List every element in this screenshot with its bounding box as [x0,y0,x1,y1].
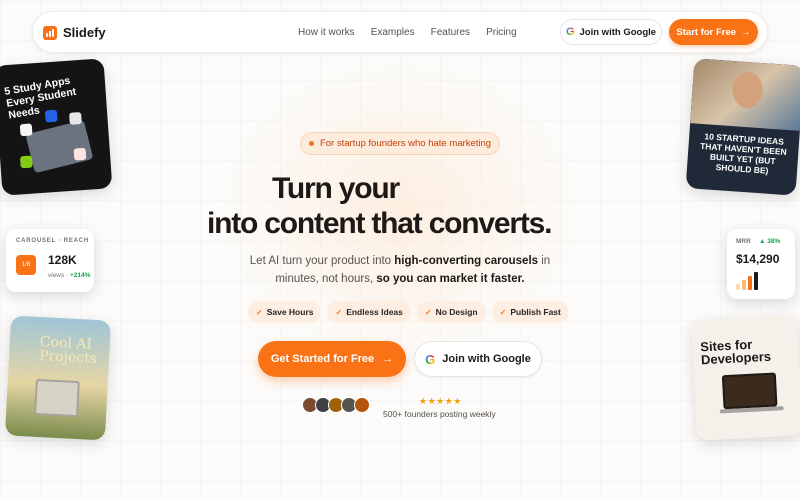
subtitle-bold-1: high-converting carousels [394,255,539,267]
chip-label: Save Hours [266,307,314,317]
pill-text: For startup founders who hate marketing [319,138,492,149]
google-icon: G [425,351,436,367]
card-title: Cool AI Projects [38,334,98,367]
chip-no-design: ✓ No Design [416,301,486,323]
nav-link-pricing[interactable]: Pricing [486,27,517,38]
app-icon [73,147,87,161]
carousel-card-cool-ai: Cool AI Projects [4,315,112,441]
nav-link-how-it-works[interactable]: How it works [298,27,355,38]
check-icon: ✓ [335,307,343,317]
check-icon: ✓ [499,307,507,317]
arrow-right-icon: → [382,353,394,365]
mrr-bar [754,272,758,290]
nav-join-google-button[interactable]: G Join with Google [560,19,662,45]
app-icon [69,112,82,125]
rating-stars: ★★★★★ [419,396,462,406]
carousel-card-startup-ideas: 10 STARTUP IDEAS THAT HAVEN'T BEEN BUILT… [685,58,800,196]
reach-value: 128K [48,253,77,267]
mrr-delta: ▲ 38% [759,238,781,245]
hero-subtitle: Let AI turn your product into high-conve… [230,252,570,288]
subtitle-part-1: Let AI turn your product into [249,255,395,267]
nav-link-features[interactable]: Features [431,27,470,38]
nav-cta-label: Start for Free [676,26,737,38]
avatar [354,397,370,413]
carousel-card-study-apps: 5 Study Apps Every Student Needs [0,58,113,196]
founder-avatars [302,397,370,413]
mrr-bar [742,280,746,290]
mrr-stat-card: MRR ▲ 38% $14,290 [727,229,795,299]
social-proof-text: 500+ founders posting weekly [383,409,496,419]
benefit-chips: ✓ Save Hours ✓ Endless Ideas ✓ No Design ✓ P… [248,301,569,323]
nav-link-examples[interactable]: Examples [371,27,415,38]
reach-label: CAROUSEL · REACH [16,238,90,244]
laptop-image [25,119,94,174]
nav-start-free-button[interactable]: Start for Free → [669,19,758,45]
chip-label: Endless Ideas [346,307,403,317]
reach-sub: views · +214% [48,272,90,279]
app-icon [19,155,33,169]
reach-delta: +214% [70,272,91,279]
join-google-label: Join with Google [442,353,531,365]
carousel-card-sites-developers: Sites for Developers [690,315,800,441]
logo-icon [43,25,57,40]
app-icon [44,109,58,123]
subtitle-bold-2: so you can market it faster. [376,273,525,285]
check-icon: ✓ [424,307,432,317]
slide-count-badge: 1/8 [16,255,36,275]
retro-computer-image [34,378,80,418]
audience-pill: For startup founders who hate marketing [300,132,500,155]
chip-publish-fast: ✓ Publish Fast [491,301,569,323]
nav-google-label: Join with Google [579,26,657,38]
mrr-value: $14,290 [736,252,780,266]
mrr-label: MRR [736,238,751,245]
reach-stat-card: CAROUSEL · REACH 1/8 128K views · +214% [6,229,94,292]
dot-icon [308,141,314,146]
top-nav: Slidefy How it works Examples Features P… [32,11,768,53]
nav-links: How it works Examples Features Pricing [298,27,517,38]
arrow-right-icon: → [741,26,751,38]
brand-name: Slidefy [63,25,106,40]
headline-line-2: into content that converts. [207,207,552,240]
mrr-bar [736,284,740,290]
reach-sub-prefix: views · [48,272,71,279]
get-started-label: Get Started for Free [270,353,375,365]
headline-line-1: Turn your [272,172,400,205]
mrr-bar [748,276,752,290]
card-title: 10 STARTUP IDEAS THAT HAVEN'T BEEN BUILT… [699,131,788,176]
get-started-button[interactable]: Get Started for Free → [258,341,406,377]
laptop-image [721,372,778,410]
chip-label: No Design [435,307,478,317]
check-icon: ✓ [256,307,263,317]
google-icon: G [565,26,575,38]
app-icon [19,123,33,137]
chip-label: Publish Fast [510,307,561,317]
card-title: Sites for Developers [699,336,772,368]
join-google-button[interactable]: G Join with Google [414,341,542,377]
logo[interactable]: Slidefy [43,25,106,40]
chip-save-hours: ✓ Save Hours [248,301,322,323]
chip-endless-ideas: ✓ Endless Ideas [327,301,411,323]
